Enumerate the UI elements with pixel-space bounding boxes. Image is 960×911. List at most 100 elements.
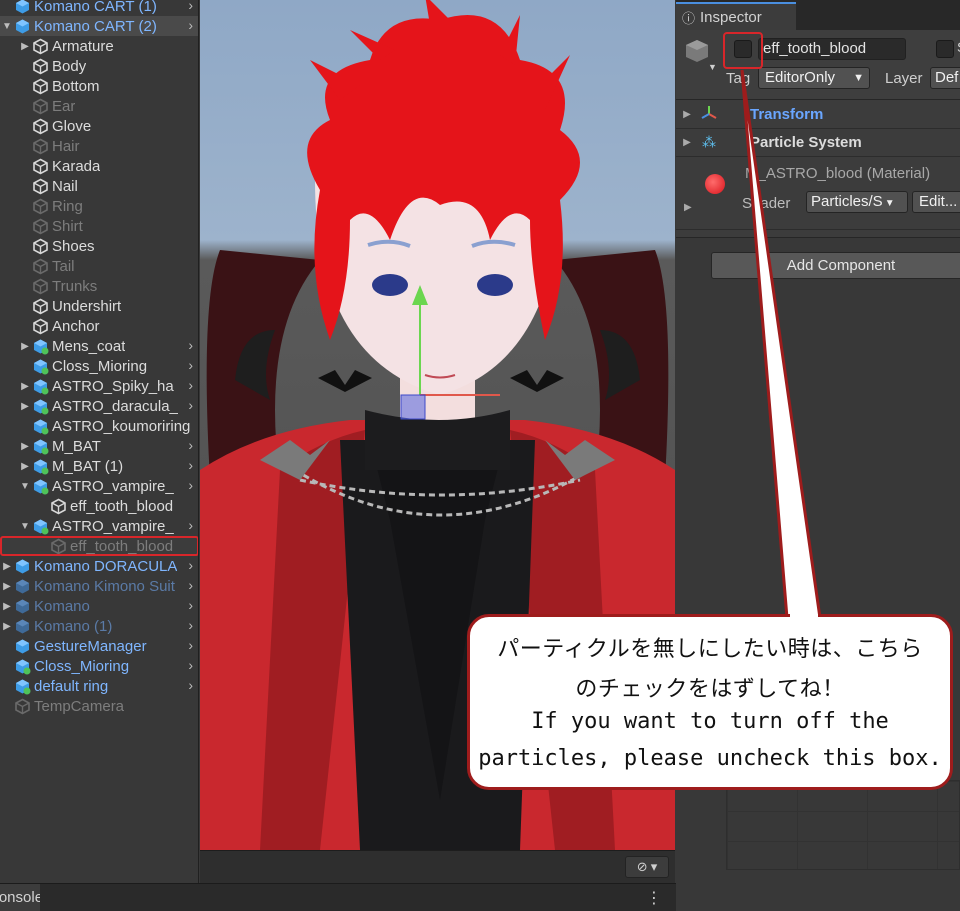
hierarchy-item[interactable]: Body xyxy=(0,56,198,76)
hierarchy-item[interactable]: eff_tooth_blood xyxy=(0,536,198,556)
material-block: M_ASTRO_blood (Material) ▶ Shader Partic… xyxy=(676,158,960,230)
chevron-right-icon[interactable]: › xyxy=(188,357,193,373)
component-transform[interactable]: ▶ Transform xyxy=(676,101,960,129)
callout-box: パーティクルを無しにしたい時は、こちら のチェックをはずしてね！ If you … xyxy=(467,614,953,790)
hierarchy-item[interactable]: ▼ ASTRO_vampire_ › xyxy=(0,476,198,496)
hierarchy-item[interactable]: Shirt xyxy=(0,216,198,236)
hierarchy-item[interactable]: ASTRO_koumoriring xyxy=(0,416,198,436)
hierarchy-item[interactable]: ▼ Komano CART (2) › xyxy=(0,16,198,36)
hierarchy-item[interactable]: ▶ Komano Kimono Suit › xyxy=(0,576,198,596)
expanded-fold-icon[interactable]: ▼ xyxy=(18,481,32,492)
hierarchy-item[interactable]: ▶ ASTRO_Spiky_ha › xyxy=(0,376,198,396)
chevron-right-icon[interactable]: › xyxy=(188,597,193,613)
hierarchy-item[interactable]: TempCamera xyxy=(0,696,198,716)
hierarchy-item[interactable]: ▶ Komano › xyxy=(0,596,198,616)
prefab-icon xyxy=(32,338,49,355)
hierarchy-item-label: eff_tooth_blood xyxy=(70,537,174,555)
expanded-fold-icon[interactable]: ▼ xyxy=(0,21,14,32)
hierarchy-item[interactable]: Nail xyxy=(0,176,198,196)
hierarchy-item[interactable]: ▶ Mens_coat › xyxy=(0,336,198,356)
static-checkbox[interactable] xyxy=(936,40,954,58)
hierarchy-item-label: TempCamera xyxy=(34,697,125,715)
tab-console[interactable]: Console xyxy=(0,884,40,911)
hierarchy-item[interactable]: Karada xyxy=(0,156,198,176)
hierarchy-item[interactable]: Komano CART (1) › xyxy=(0,0,198,16)
collapsed-fold-icon[interactable]: ▶ xyxy=(18,401,32,412)
gameobject-name-field[interactable]: eff_tooth_blood xyxy=(758,38,906,60)
hierarchy-item-label: Anchor xyxy=(52,317,100,335)
gameobject-icon xyxy=(32,178,49,195)
collapsed-fold-icon[interactable]: ▶ xyxy=(18,341,32,352)
hierarchy-item[interactable]: ▶ Armature xyxy=(0,36,198,56)
hierarchy-item[interactable]: ▶ ASTRO_daracula_ › xyxy=(0,396,198,416)
hierarchy-item[interactable]: ▶ Komano (1) › xyxy=(0,616,198,636)
collapsed-fold-icon[interactable]: ▶ xyxy=(0,561,14,572)
hierarchy-item[interactable]: GestureManager › xyxy=(0,636,198,656)
callout-text-en-2: particles, please uncheck this box. xyxy=(478,746,942,771)
chevron-right-icon[interactable]: › xyxy=(188,0,193,13)
hierarchy-item[interactable]: Undershirt xyxy=(0,296,198,316)
chevron-right-icon[interactable]: › xyxy=(188,557,193,573)
more-options-icon[interactable]: ⋮ xyxy=(646,888,662,908)
hierarchy-item[interactable]: ▶ Komano DORACULA › xyxy=(0,556,198,576)
fold-icon[interactable]: ▶ xyxy=(684,202,692,213)
hierarchy-item[interactable]: Hair xyxy=(0,136,198,156)
tab-inspector-label: Inspector xyxy=(700,8,762,26)
tab-inspector[interactable]: ⓘ Inspector xyxy=(676,2,796,30)
chevron-right-icon[interactable]: › xyxy=(188,437,193,453)
chevron-right-icon[interactable]: › xyxy=(188,457,193,473)
callout-text-en-1: If you want to turn off the xyxy=(531,709,889,734)
tag-dropdown[interactable]: EditorOnly ▼ xyxy=(758,67,870,89)
hierarchy-item[interactable]: ▶ M_BAT (1) › xyxy=(0,456,198,476)
particle-system-icon: ⁂ xyxy=(702,134,716,150)
chevron-right-icon[interactable]: › xyxy=(188,477,193,493)
hierarchy-item[interactable]: Ring xyxy=(0,196,198,216)
hierarchy-item[interactable]: Anchor xyxy=(0,316,198,336)
chevron-right-icon[interactable]: › xyxy=(188,337,193,353)
chevron-right-icon[interactable]: › xyxy=(188,397,193,413)
collapsed-fold-icon[interactable]: ▶ xyxy=(18,381,32,392)
collapsed-fold-icon[interactable]: ▶ xyxy=(18,41,32,52)
hierarchy-item[interactable]: default ring › xyxy=(0,676,198,696)
hierarchy-item[interactable]: Shoes xyxy=(0,236,198,256)
edit-shader-button[interactable]: Edit... xyxy=(912,191,960,213)
chevron-right-icon[interactable]: › xyxy=(188,617,193,633)
chevron-right-icon[interactable]: › xyxy=(188,677,193,693)
chevron-right-icon[interactable]: › xyxy=(188,17,193,33)
component-particle-system[interactable]: ▶ ⁂ Particle System xyxy=(676,129,960,157)
hierarchy-item[interactable]: ▼ ASTRO_vampire_ › xyxy=(0,516,198,536)
hierarchy-item[interactable]: Bottom xyxy=(0,76,198,96)
chevron-right-icon[interactable]: › xyxy=(188,637,193,653)
layer-dropdown[interactable]: Def xyxy=(930,67,960,89)
fold-icon: ▶ xyxy=(683,109,691,120)
collapsed-fold-icon[interactable]: ▶ xyxy=(0,621,14,632)
chevron-right-icon[interactable]: › xyxy=(188,657,193,673)
collapsed-fold-icon[interactable]: ▶ xyxy=(18,461,32,472)
chevron-right-icon[interactable]: › xyxy=(188,517,193,533)
shader-dropdown[interactable]: Particles/S ▼ xyxy=(806,191,908,213)
scene-toolbar: ⊘ ▾ xyxy=(200,850,675,883)
hierarchy-item[interactable]: Closs_Mioring › xyxy=(0,656,198,676)
hierarchy-item-label: ASTRO_daracula_ xyxy=(52,397,178,415)
fold-icon: ▶ xyxy=(683,137,691,148)
collapsed-fold-icon[interactable]: ▶ xyxy=(0,581,14,592)
hierarchy-item[interactable]: eff_tooth_blood xyxy=(0,496,198,516)
hierarchy-item-label: Closs_Mioring xyxy=(34,657,130,675)
gizmo-toggle-button[interactable]: ⊘ ▾ xyxy=(625,856,669,878)
hierarchy-item[interactable]: Trunks xyxy=(0,276,198,296)
gameobject-icon xyxy=(32,138,49,155)
chevron-right-icon[interactable]: › xyxy=(188,377,193,393)
hierarchy-item-label: Komano CART (2) xyxy=(34,17,157,35)
hierarchy-item[interactable]: ▶ M_BAT › xyxy=(0,436,198,456)
add-component-button[interactable]: Add Component xyxy=(711,252,960,279)
collapsed-fold-icon[interactable]: ▶ xyxy=(18,441,32,452)
hierarchy-item[interactable]: Ear xyxy=(0,96,198,116)
hierarchy-item[interactable]: Closs_Mioring › xyxy=(0,356,198,376)
hierarchy-item[interactable]: Tail xyxy=(0,256,198,276)
hierarchy-item-label: Armature xyxy=(52,37,114,55)
hierarchy-item-label: Body xyxy=(52,57,87,75)
chevron-right-icon[interactable]: › xyxy=(188,577,193,593)
collapsed-fold-icon[interactable]: ▶ xyxy=(0,601,14,612)
expanded-fold-icon[interactable]: ▼ xyxy=(18,521,32,532)
hierarchy-item[interactable]: Glove xyxy=(0,116,198,136)
